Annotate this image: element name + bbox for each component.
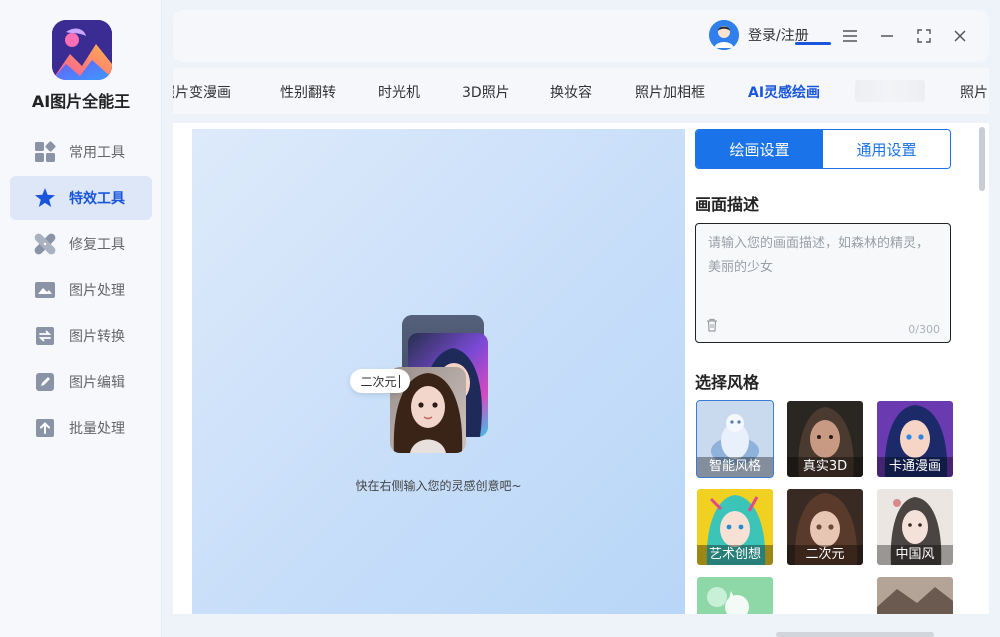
tab-photo-more[interactable]: 照片 (960, 82, 988, 102)
char-counter: 0/300 (908, 323, 940, 336)
main-panel: 二次元 快在右侧输入您的灵感创意吧~ 绘画设置 通用设置 画面描述 请输入您的画… (173, 123, 989, 614)
sidebar-item-repair-tools[interactable]: 修复工具 (10, 222, 152, 266)
style-label: 艺术创想 (697, 545, 773, 565)
title-bar: 登录/注册 (173, 10, 989, 62)
maximize-icon (917, 29, 931, 43)
style-tag-label: 二次元 (360, 374, 397, 389)
style-smart[interactable]: 智能风格 (696, 400, 774, 478)
tab-photo-to-comic[interactable]: 照片变漫画 (173, 82, 231, 102)
sidebar-item-image-edit[interactable]: 图片编辑 (10, 360, 152, 404)
menu-button[interactable] (838, 24, 862, 48)
sidebar-item-label: 修复工具 (69, 237, 125, 253)
tab-3d-photo[interactable]: 3D照片 (462, 82, 510, 102)
sidebar-nav: 常用工具 特效工具 修复工具 图片处理 图片转换 图片编辑 批量处理 (10, 130, 152, 452)
style-real-3d[interactable]: 真实3D (787, 401, 863, 477)
app-name: AI图片全能王 (31, 92, 131, 111)
app-logo (52, 20, 112, 80)
style-chinese[interactable]: 中国风 (877, 489, 953, 565)
close-button[interactable] (948, 24, 972, 48)
convert-icon (34, 325, 56, 347)
style-label: 二次元 (787, 545, 863, 565)
settings-tabs: 绘画设置 通用设置 (695, 129, 951, 169)
description-placeholder: 请输入您的画面描述，如森林的精灵，美丽的少女 (708, 236, 930, 275)
style-label: 中国风 (877, 545, 953, 565)
close-icon (954, 30, 966, 42)
style-extra-1[interactable] (697, 577, 773, 614)
logo-icon (52, 20, 112, 80)
tab-gender-swap[interactable]: 性别翻转 (280, 82, 336, 102)
style-cartoon-comic[interactable]: 卡通漫画 (877, 401, 953, 477)
tab-time-machine[interactable]: 时光机 (378, 82, 420, 102)
upload-icon (34, 417, 56, 439)
minimize-button[interactable] (875, 24, 899, 48)
clear-icon[interactable] (706, 317, 718, 336)
tab-general-settings[interactable]: 通用设置 (823, 130, 950, 168)
desc-title: 画面描述 (695, 195, 760, 214)
style-art-creation[interactable]: 艺术创想 (697, 489, 773, 565)
tab-photo-frame[interactable]: 照片加相框 (635, 82, 705, 102)
settings-panel: 绘画设置 通用设置 画面描述 请输入您的画面描述，如森林的精灵，美丽的少女 0/… (695, 129, 953, 614)
style-tag: 二次元 (350, 369, 410, 393)
sidebar-item-label: 常用工具 (69, 145, 125, 161)
style-label: 真实3D (787, 457, 863, 477)
style-label: 智能风格 (697, 457, 773, 477)
description-input[interactable]: 请输入您的画面描述，如森林的精灵，美丽的少女 0/300 (695, 223, 951, 343)
avatar-icon (709, 20, 739, 50)
sidebar-item-label: 图片编辑 (69, 375, 125, 391)
horizontal-scrollbar[interactable] (776, 632, 934, 637)
sidebar-item-effects-tools[interactable]: 特效工具 (10, 176, 152, 220)
tab-makeup[interactable]: 换妆容 (550, 82, 592, 102)
feature-tabs: 照片变漫画 性别翻转 时光机 3D照片 换妆容 照片加相框 AI灵感绘画 照片 (173, 68, 989, 114)
sidebar-item-label: 图片处理 (69, 283, 125, 299)
star-icon (34, 187, 56, 209)
login-button[interactable]: 登录/注册 (709, 20, 809, 50)
sidebar-item-label: 特效工具 (69, 191, 125, 207)
image-icon (34, 279, 56, 301)
grid-icon (34, 141, 56, 163)
sidebar-item-label: 批量处理 (69, 421, 125, 437)
preview-canvas: 二次元 快在右侧输入您的灵感创意吧~ (192, 129, 685, 614)
sidebar: AI图片全能王 常用工具 特效工具 修复工具 图片处理 图片转换 图片编辑 批量… (0, 0, 162, 637)
maximize-button[interactable] (912, 24, 936, 48)
hamburger-icon (843, 30, 857, 42)
minimize-icon (881, 35, 893, 37)
sidebar-item-batch-processing[interactable]: 批量处理 (10, 406, 152, 450)
style-anime[interactable]: 二次元 (787, 489, 863, 565)
sidebar-item-image-processing[interactable]: 图片处理 (10, 268, 152, 312)
style-extra-2[interactable] (877, 577, 953, 614)
tab-ai-inspiration-drawing[interactable]: AI灵感绘画 (748, 82, 820, 102)
bandage-icon (34, 233, 56, 255)
edit-icon (34, 371, 56, 393)
style-title: 选择风格 (695, 373, 760, 392)
sidebar-item-common-tools[interactable]: 常用工具 (10, 130, 152, 174)
sidebar-item-label: 图片转换 (69, 329, 125, 345)
style-label: 卡通漫画 (877, 457, 953, 477)
tab-placeholder (855, 80, 925, 102)
vertical-scrollbar[interactable] (979, 127, 985, 191)
canvas-hint: 快在右侧输入您的灵感创意吧~ (355, 479, 522, 493)
sidebar-item-image-convert[interactable]: 图片转换 (10, 314, 152, 358)
tab-draw-settings[interactable]: 绘画设置 (696, 130, 823, 168)
active-tab-indicator (795, 42, 831, 45)
